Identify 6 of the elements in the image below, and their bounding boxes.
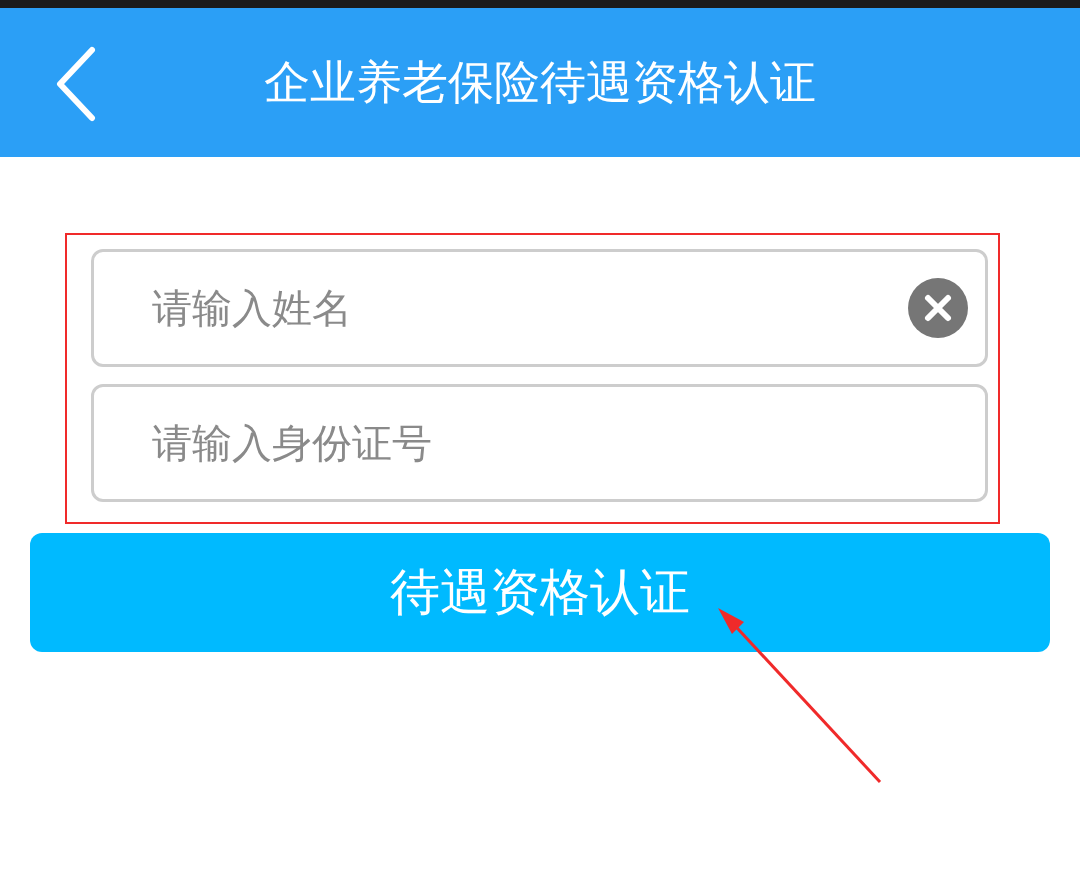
- page-title: 企业养老保险待遇资格认证: [264, 53, 816, 111]
- input-field[interactable]: 请输入身份证号: [91, 384, 988, 502]
- back-icon[interactable]: [54, 46, 98, 122]
- input-field[interactable]: 请输入姓名: [91, 249, 988, 367]
- submit-button[interactable]: 待遇资格认证: [30, 533, 1050, 652]
- clear-icon[interactable]: [908, 278, 968, 338]
